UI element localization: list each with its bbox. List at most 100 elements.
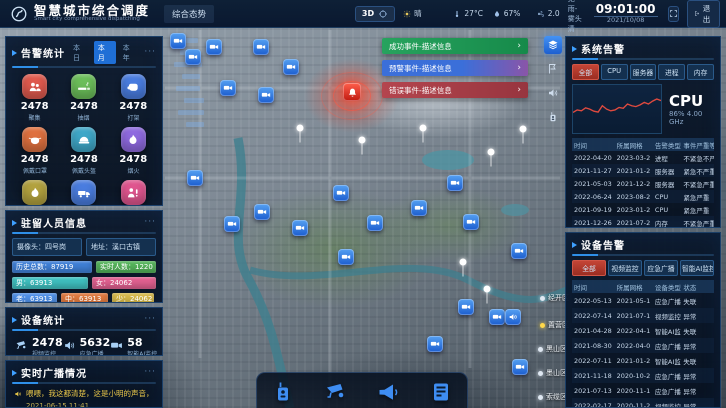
side-toolbar-button[interactable] [544,60,562,78]
alarm-stat-tile[interactable]: 2478 人员越界告警 [109,180,158,206]
event-toast[interactable]: 成功事件-描述信息 › [382,38,528,54]
table-row[interactable]: 2021-12-26 2021-07-2 内存 不紧急严重 [572,216,714,228]
alarm-stat-tile[interactable]: 2478 土渣车顶盖 [59,180,108,206]
period-tab[interactable]: 本月 [94,41,116,64]
dock-tool-button[interactable] [318,377,354,407]
dock-tool-button[interactable] [265,377,301,407]
3d-mode-toggle[interactable]: 3D [355,6,395,22]
table-row[interactable]: 2022-06-24 2023-08-2 CPU 紧急严重 [572,190,714,203]
map-marker[interactable] [427,336,443,352]
map-marker[interactable] [367,215,383,231]
alarm-marker[interactable] [343,83,361,101]
more-menu[interactable]: ··· [144,50,156,55]
map-marker[interactable] [489,309,505,325]
map-marker[interactable] [170,33,186,49]
map-marker[interactable] [206,39,222,55]
alarm-stat-tile[interactable]: 2478 打架 [109,74,158,122]
map-marker[interactable] [185,49,201,65]
alarm-stat-tile[interactable]: 2478 佩戴头盔 [59,127,108,175]
table-row[interactable]: 2022-02-17 2020-11-2 视频监控 异常 [572,398,714,408]
filter-tab[interactable]: 全部 [572,260,606,276]
alarm-count: 2478 [119,101,147,112]
map-marker[interactable] [505,309,521,325]
table-row[interactable]: 2021-05-03 2021-12-2 服务器 不紧急严重 [572,177,714,190]
region-label[interactable]: 黑山区 [538,344,567,354]
map-marker[interactable] [258,87,274,103]
region-label[interactable]: 索缆区 [538,392,567,402]
map-marker[interactable] [187,170,203,186]
table-row[interactable]: 2021-04-28 2022-04-1 智能AI监控 失联 [572,323,714,338]
map-marker[interactable] [220,80,236,96]
region-label[interactable]: 墨山区 [538,368,567,378]
map-marker[interactable] [458,299,474,315]
waypoint-dot[interactable] [359,137,366,144]
filter-tab[interactable]: 服务器 [630,64,657,80]
map-marker[interactable] [283,59,299,75]
filter-tab[interactable]: 视频监控 [608,260,642,276]
nav-tab-overview[interactable]: 综合态势 [164,5,214,23]
filter-tab[interactable]: 全部 [572,64,599,80]
filter-tab[interactable]: CPU [601,64,628,80]
waypoint-dot[interactable] [484,286,491,293]
more-menu[interactable]: ··· [144,317,156,322]
waypoint-dot[interactable] [488,149,495,156]
filter-tab[interactable]: 内存 [687,64,714,80]
map-marker[interactable] [292,220,308,236]
filter-tab[interactable]: 进程 [658,64,685,80]
map-marker[interactable] [338,249,354,265]
map-marker[interactable] [224,216,240,232]
fullscreen-button[interactable] [668,6,679,22]
side-toolbar-button[interactable] [544,36,562,54]
alarm-label: 抽烟 [78,112,90,121]
table-row[interactable]: 2021-07-13 2020-11-1 应急广播 异常 [572,383,714,398]
alarm-type-icon [71,127,96,152]
panel-title: 实时广播情况 [21,365,87,380]
filter-tab[interactable]: 智能AI监控 [680,260,714,276]
event-toast[interactable]: 预警事件-描述信息 › [382,60,528,76]
table-row[interactable]: 2022-05-13 2021-05-1 应急广播 失联 [572,293,714,308]
table-row[interactable]: 2022-07-11 2021-01-2 智能AI监控 失联 [572,353,714,368]
alarm-stat-tile[interactable]: 2478 聚集 [10,74,59,122]
period-tab[interactable]: 本日 [69,41,91,64]
camera-icon [492,312,502,322]
dock-tool-button[interactable] [370,377,406,407]
filter-tab[interactable]: 应急广播 [644,260,678,276]
table-row[interactable]: 2022-04-20 2023-03-2 进程 不紧急不严重 [572,151,714,164]
device-stat[interactable]: 5632 应急广播 [63,337,111,356]
camera-field[interactable]: 摄像头：四号岗 [12,238,82,256]
address-field[interactable]: 地址：溪口古镇 [86,238,156,256]
map-marker[interactable] [512,359,528,375]
map-marker[interactable] [411,200,427,216]
waypoint-dot[interactable] [420,125,427,132]
map-marker[interactable] [447,175,463,191]
waypoint-dot[interactable] [520,126,527,133]
device-stat[interactable]: 58 智能AI监控 [110,337,157,356]
exit-button[interactable]: 退出 [687,0,721,28]
map-marker[interactable] [463,214,479,230]
dock-tool-button[interactable] [423,377,459,407]
alarm-stat-tile[interactable]: 2478 抽烟 [59,74,108,122]
side-toolbar-button[interactable] [544,84,562,102]
table-row[interactable]: 2022-07-14 2021-07-1 视频监控 异常 [572,308,714,323]
map-marker[interactable] [511,243,527,259]
more-menu[interactable]: ··· [144,220,156,225]
table-row[interactable]: 2021-11-18 2020-10-2 应急广播 异常 [572,368,714,383]
waypoint-dot[interactable] [297,125,304,132]
alarm-stat-tile[interactable]: 2478 佩戴口罩 [10,127,59,175]
more-menu[interactable]: ··· [144,370,156,375]
side-toolbar-button[interactable] [544,108,562,126]
period-tab[interactable]: 本年 [119,41,141,64]
alarm-stat-tile[interactable]: 2478 烟火 [109,127,158,175]
device-stat[interactable]: 2478 视频监控 [15,337,63,356]
alarm-stat-tile[interactable]: 2478 火灾 [10,180,59,206]
map-marker[interactable] [333,185,349,201]
event-toast[interactable]: 错误事件-描述信息 › [382,82,528,98]
table-row[interactable]: 2021-09-19 2023-01-2 CPU 紧急严重 [572,203,714,216]
map-marker[interactable] [253,39,269,55]
app-subtitle: Smart city comprehensive dispatching [34,17,150,23]
map-marker[interactable] [254,204,270,220]
table-row[interactable]: 2021-08-30 2022-04-0 应急广播 异常 [572,338,714,353]
system-alarm-tabs: 全部CPU服务器进程内存 [566,64,720,84]
table-row[interactable]: 2021-11-27 2021-01-2 服务器 紧急不严重 [572,164,714,177]
waypoint-dot[interactable] [460,259,467,266]
